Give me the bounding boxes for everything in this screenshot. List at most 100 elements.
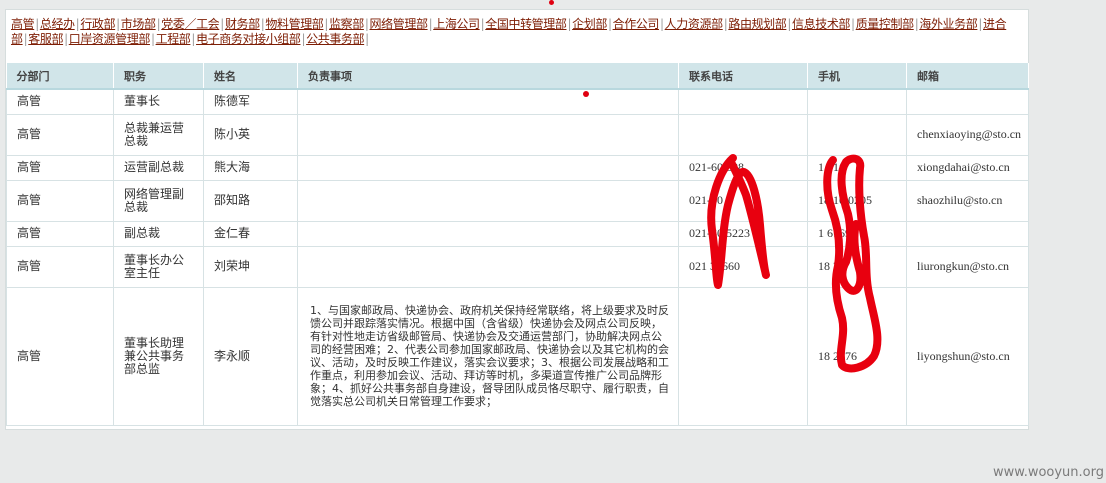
- nav-link-6[interactable]: 物料管理部: [265, 17, 323, 31]
- cell-dept: 高管: [6, 220, 114, 247]
- cell-title: 运营副总裁: [113, 154, 204, 181]
- nav-separator: |: [428, 17, 433, 31]
- staff-table-body: 高管 董事长 陈德军 高管 总裁兼运营总裁 陈小英 chenxiaoying@sto.cn 高…: [6, 88, 1029, 426]
- nav-separator: |: [567, 17, 572, 31]
- cell-email: shaozhilu@sto.cn: [906, 179, 1029, 222]
- nav-link-7[interactable]: 监察部: [329, 17, 364, 31]
- red-dot-marker: [583, 91, 589, 97]
- nav-separator: |: [607, 17, 612, 31]
- table-row: 高管 董事长助理兼公共事务部总监 李永顺 1、与国家邮政局、快递协会、政府机关保持经常…: [6, 286, 1029, 426]
- nav-link-9[interactable]: 上海公司: [433, 17, 480, 31]
- cell-email: xiongdahai@sto.cn: [906, 154, 1029, 181]
- nav-separator: |: [64, 32, 68, 46]
- nav-separator: |: [364, 17, 369, 31]
- cell-phone: [678, 88, 808, 115]
- nav-link-5[interactable]: 财务部: [225, 17, 260, 31]
- cell-duty: 1、与国家邮政局、快递协会、政府机关保持经常联络，将上级要求及时反馈公司并跟踪落…: [297, 286, 679, 426]
- table-row: 高管 总裁兼运营总裁 陈小英 chenxiaoying@sto.cn: [6, 113, 1029, 156]
- nav-link-13[interactable]: 人力资源部: [665, 17, 723, 31]
- table-row: 高管 董事长办公室主任 刘荣坤 021 37660 18 26 liurongkun@st…: [6, 245, 1029, 288]
- table-row: 高管 运营副总裁 熊大海 021-60 888 1 616 xiongdahai@sto.…: [6, 154, 1029, 181]
- nav-link-11[interactable]: 企划部: [572, 17, 607, 31]
- cell-phone: 021 37660: [678, 245, 808, 288]
- nav-link-20[interactable]: 口岸资源管理部: [69, 32, 151, 46]
- cell-phone: 021-60 6: [678, 179, 808, 222]
- nav-separator: |: [156, 17, 161, 31]
- nav-separator: |: [787, 17, 792, 31]
- nav-link-14[interactable]: 路由规划部: [728, 17, 786, 31]
- cell-title: 董事长: [113, 88, 204, 115]
- cell-mobile: 1 6169: [807, 220, 907, 247]
- red-dot-marker: [549, 0, 554, 5]
- nav-separator: |: [35, 17, 39, 31]
- nav-separator: |: [191, 32, 196, 46]
- cell-title: 总裁兼运营总裁: [113, 113, 204, 156]
- cell-email: [906, 220, 1029, 247]
- nav-separator: |: [220, 17, 224, 31]
- cell-duty: [297, 245, 679, 288]
- cell-email: chenxiaoying@sto.cn: [906, 113, 1029, 156]
- cell-mobile: 1 616: [807, 154, 907, 181]
- cell-phone: 021-60 888: [678, 154, 808, 181]
- nav-separator: |: [660, 17, 664, 31]
- cell-duty: [297, 113, 679, 156]
- col-header-name: 姓名: [203, 63, 298, 90]
- nav-link-22[interactable]: 电子商务对接小组部: [196, 32, 301, 46]
- table-header-row: 分部门 职务 姓名 负责事项 联系电话 手机 邮箱: [6, 63, 1029, 90]
- nav-link-4[interactable]: 党委／工会: [161, 17, 219, 31]
- nav-separator: |: [914, 17, 919, 31]
- cell-name: 陈小英: [203, 113, 298, 156]
- cell-email: liyongshun@sto.cn: [906, 286, 1029, 426]
- nav-link-17[interactable]: 海外业务部: [919, 17, 977, 31]
- nav-link-10[interactable]: 全国中转管理部: [485, 17, 567, 31]
- table-row: 高管 网络管理副总裁 邵知路 021-60 6 18 10 0205 shaozhilu@…: [6, 179, 1029, 222]
- cell-email: [906, 88, 1029, 115]
- nav-link-23[interactable]: 公共事务部: [306, 32, 364, 46]
- cell-mobile: [807, 113, 907, 156]
- nav-separator: |: [301, 32, 306, 46]
- cell-name: 刘荣坤: [203, 245, 298, 288]
- col-header-email: 邮箱: [906, 63, 1029, 90]
- cell-name: 熊大海: [203, 154, 298, 181]
- department-nav: 高管|总经办|行政部|市场部|党委／工会|财务部|物料管理部|监察部|网络管理部…: [11, 17, 1017, 47]
- cell-phone: [678, 286, 808, 426]
- nav-link-3[interactable]: 市场部: [121, 17, 156, 31]
- staff-table: 分部门 职务 姓名 负责事项 联系电话 手机 邮箱 高管 董事长 陈德军 高管 总裁兼运…: [6, 63, 1029, 426]
- nav-separator: |: [150, 32, 155, 46]
- nav-link-2[interactable]: 行政部: [80, 17, 115, 31]
- cell-mobile: [807, 88, 907, 115]
- cell-duty: [297, 88, 679, 115]
- cell-duty: [297, 179, 679, 222]
- nav-link-19[interactable]: 客服部: [28, 32, 63, 46]
- cell-title: 董事长办公室主任: [113, 245, 204, 288]
- nav-link-0[interactable]: 高管: [11, 17, 35, 31]
- cell-duty: [297, 220, 679, 247]
- cell-dept: 高管: [6, 154, 114, 181]
- cell-dept: 高管: [6, 286, 114, 426]
- nav-separator: |: [324, 17, 329, 31]
- cell-mobile: 18 10 0205: [807, 179, 907, 222]
- nav-separator: |: [260, 17, 265, 31]
- nav-separator: |: [851, 17, 855, 31]
- col-header-mobile: 手机: [807, 63, 907, 90]
- cell-title: 副总裁: [113, 220, 204, 247]
- nav-link-1[interactable]: 总经办: [40, 17, 75, 31]
- nav-link-16[interactable]: 质量控制部: [856, 17, 914, 31]
- nav-link-12[interactable]: 合作公司: [613, 17, 660, 31]
- nav-link-21[interactable]: 工程部: [156, 32, 191, 46]
- nav-link-8[interactable]: 网络管理部: [370, 17, 428, 31]
- cell-mobile: 18 2476: [807, 286, 907, 426]
- cell-name: 陈德军: [203, 88, 298, 115]
- nav-separator: |: [723, 17, 728, 31]
- watermark-text: www.wooyun.org: [992, 465, 1104, 480]
- nav-separator: |: [75, 17, 80, 31]
- nav-separator: |: [23, 32, 28, 46]
- nav-separator: |: [116, 17, 120, 31]
- table-row: 高管 董事长 陈德军: [6, 88, 1029, 115]
- cell-mobile: 18 26: [807, 245, 907, 288]
- cell-phone: [678, 113, 808, 156]
- nav-link-15[interactable]: 信息技术部: [792, 17, 850, 31]
- col-header-duty: 负责事项: [297, 63, 679, 90]
- nav-separator: |: [365, 32, 369, 46]
- cell-email: liurongkun@sto.cn: [906, 245, 1029, 288]
